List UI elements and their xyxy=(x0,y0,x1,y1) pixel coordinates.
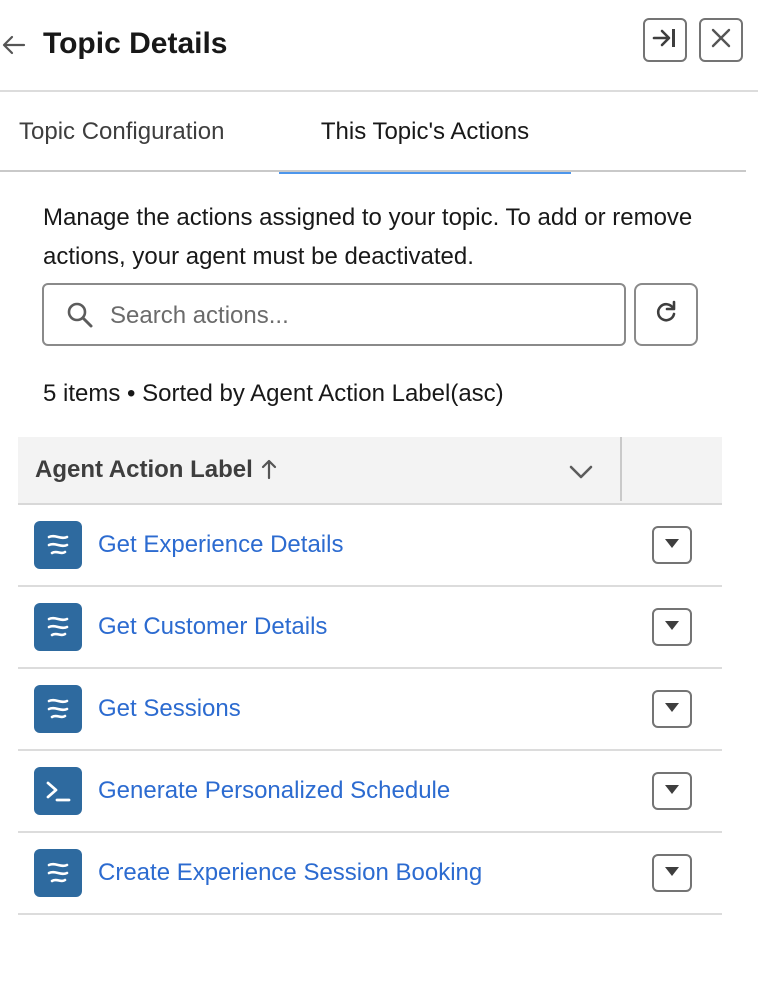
search-box[interactable] xyxy=(42,283,626,346)
row-actions-button[interactable] xyxy=(652,854,692,892)
table-header: Agent Action Label xyxy=(18,437,722,505)
flow-icon xyxy=(34,685,82,733)
action-link[interactable]: Get Experience Details xyxy=(98,529,343,561)
table-row: Generate Personalized Schedule xyxy=(18,751,722,833)
action-link[interactable]: Get Sessions xyxy=(98,693,241,725)
row-actions-button[interactable] xyxy=(652,526,692,564)
row-actions-button[interactable] xyxy=(652,690,692,728)
tab-bar: Topic Configuration This Topic's Actions xyxy=(0,92,746,174)
caret-down-icon xyxy=(662,864,682,883)
tabs-divider xyxy=(0,170,746,172)
table-row: Create Experience Session Booking xyxy=(18,833,722,915)
refresh-icon xyxy=(653,299,679,330)
chevron-down-icon[interactable] xyxy=(566,457,596,487)
caret-down-icon xyxy=(662,782,682,801)
description-text: Manage the actions assigned to your topi… xyxy=(43,204,693,270)
table-row: Get Customer Details xyxy=(18,587,722,669)
table-row: Get Experience Details xyxy=(18,505,722,587)
close-icon xyxy=(710,27,732,54)
tab-label: This Topic's Actions xyxy=(320,118,530,145)
column-header-label: Agent Action Label xyxy=(35,456,253,483)
action-link[interactable]: Get Customer Details xyxy=(98,611,327,643)
collapse-to-right-icon xyxy=(652,27,678,54)
prompt-template-icon xyxy=(34,767,82,815)
actions-table: Agent Action Label Get Experience Detail… xyxy=(18,437,722,915)
row-actions-button[interactable] xyxy=(652,772,692,810)
expand-panel-button[interactable] xyxy=(643,18,687,62)
flow-icon xyxy=(34,521,82,569)
tab-this-topics-actions[interactable]: This Topic's Actions xyxy=(279,92,571,174)
search-icon xyxy=(66,301,94,329)
arrow-left-icon[interactable] xyxy=(0,31,28,59)
table-row: Get Sessions xyxy=(18,669,722,751)
panel-header: Topic Details xyxy=(0,0,758,90)
flow-icon xyxy=(34,849,82,897)
column-header-agent-action-label[interactable]: Agent Action Label xyxy=(35,454,277,486)
search-input[interactable] xyxy=(108,293,612,339)
tab-topic-configuration[interactable]: Topic Configuration xyxy=(19,92,224,170)
page-title: Topic Details xyxy=(43,27,228,60)
action-link[interactable]: Create Experience Session Booking xyxy=(98,857,482,889)
caret-down-icon xyxy=(662,700,682,719)
flow-icon xyxy=(34,603,82,651)
caret-down-icon xyxy=(662,618,682,637)
action-link[interactable]: Generate Personalized Schedule xyxy=(98,775,450,807)
list-summary: 5 items • Sorted by Agent Action Label(a… xyxy=(43,380,504,407)
row-actions-button[interactable] xyxy=(652,608,692,646)
column-divider[interactable] xyxy=(620,437,622,501)
refresh-button[interactable] xyxy=(634,283,698,346)
sort-ascending-icon xyxy=(261,457,277,480)
caret-down-icon xyxy=(662,536,682,555)
close-button[interactable] xyxy=(699,18,743,62)
